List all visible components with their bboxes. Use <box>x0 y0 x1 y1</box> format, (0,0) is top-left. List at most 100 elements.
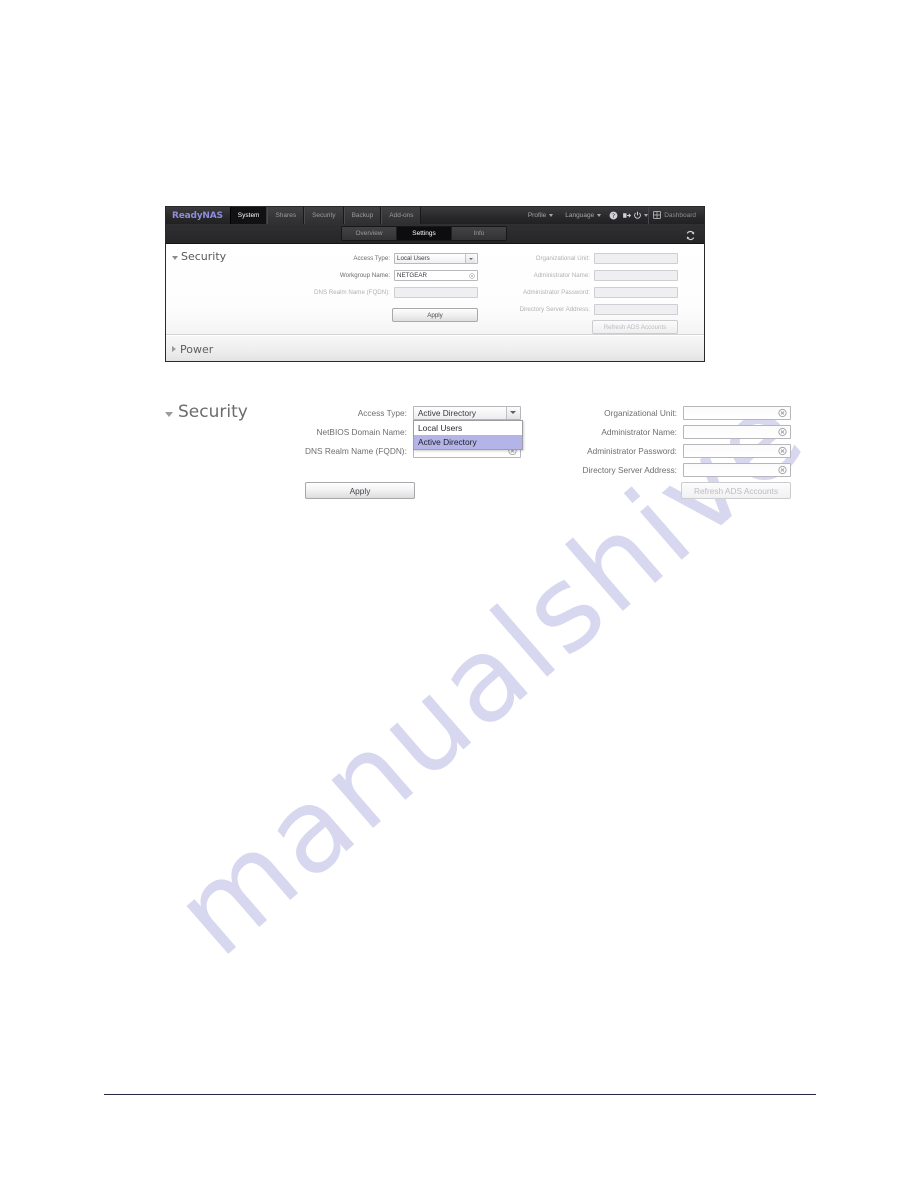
clear-icon[interactable] <box>778 408 787 417</box>
security-settings-detail: Security Access Type: Active Directory N… <box>165 398 791 508</box>
detail-access-type-label: Access Type: <box>357 407 407 418</box>
tab-shares[interactable]: Shares <box>267 207 305 224</box>
subtab-overview[interactable]: Overview <box>342 227 397 240</box>
organizational-unit-input <box>594 253 678 264</box>
directory-server-address-input <box>594 304 678 315</box>
footer-divider <box>104 1094 816 1095</box>
detail-administrator-name-label: Administrator Name: <box>601 426 677 437</box>
clear-icon[interactable] <box>778 446 787 455</box>
power-icon[interactable] <box>633 207 649 224</box>
detail-security-section-header[interactable]: Security <box>165 402 248 422</box>
dropdown-option-local-users[interactable]: Local Users <box>414 421 522 435</box>
chevron-right-icon <box>172 346 176 352</box>
chevron-down-icon <box>465 254 475 263</box>
detail-directory-server-address-input[interactable] <box>683 462 791 477</box>
main-tabs: System Shares Security Backup Add-ons <box>229 207 422 224</box>
subtab-info[interactable]: Info <box>452 227 506 240</box>
clear-icon[interactable] <box>778 427 787 436</box>
administrator-password-row: Administrator Password: <box>496 286 678 299</box>
sub-tabs: Overview Settings Info <box>341 226 507 241</box>
top-navigation-bar: ReadyNAS System Shares Security Backup A… <box>166 207 704 224</box>
detail-access-type-row: Access Type: Active Directory <box>305 404 521 421</box>
administrator-name-row: Administrator Name: <box>496 269 678 282</box>
chevron-down-icon <box>597 214 602 217</box>
access-type-value: Local Users <box>397 255 430 262</box>
access-type-dropdown-list[interactable]: Local Users Active Directory <box>413 420 523 450</box>
administrator-name-label: Administrator Name: <box>533 272 590 279</box>
clear-icon[interactable] <box>469 272 475 279</box>
detail-administrator-password-input[interactable] <box>683 443 791 458</box>
workgroup-name-label: Workgroup Name: <box>339 272 390 279</box>
dashboard-grid-icon <box>653 210 662 221</box>
top-nav-right-group: Profile Language ? Dashboard <box>522 207 704 224</box>
profile-menu-label: Profile <box>527 212 547 219</box>
detail-right-column: Organizational Unit: Administrator Name: <box>555 404 791 499</box>
security-left-column: Access Type: Local Users Workgroup Name:… <box>306 252 478 322</box>
access-type-row: Access Type: Local Users <box>306 252 478 265</box>
detail-access-type-value: Active Directory <box>417 407 476 418</box>
detail-refresh-ads-accounts-button: Refresh ADS Accounts <box>681 482 791 499</box>
chevron-down-icon <box>549 214 554 217</box>
detail-directory-server-address-label: Directory Server Address: <box>582 464 677 475</box>
organizational-unit-label: Organizational Unit: <box>535 255 590 262</box>
tab-add-ons[interactable]: Add-ons <box>381 207 422 224</box>
security-section-title: Security <box>181 250 227 263</box>
dns-realm-row: DNS Realm Name (FQDN): <box>306 286 478 299</box>
detail-directory-server-address-row: Directory Server Address: <box>555 461 791 478</box>
apply-button[interactable]: Apply <box>392 308 478 322</box>
tab-backup[interactable]: Backup <box>343 207 382 224</box>
logout-icon[interactable] <box>620 207 633 224</box>
detail-apply-button[interactable]: Apply <box>305 482 415 499</box>
detail-dns-realm-label: DNS Realm Name (FQDN): <box>305 445 407 456</box>
detail-administrator-password-label: Administrator Password: <box>587 445 677 456</box>
detail-administrator-name-row: Administrator Name: <box>555 423 791 440</box>
document-page: ReadyNAS System Shares Security Backup A… <box>0 0 918 1188</box>
detail-administrator-password-row: Administrator Password: <box>555 442 791 459</box>
readynas-logo: ReadyNAS <box>172 210 223 221</box>
dropdown-option-active-directory[interactable]: Active Directory <box>414 435 522 449</box>
chevron-down-icon <box>172 255 178 260</box>
security-right-column: Organizational Unit: Administrator Name:… <box>496 252 678 334</box>
chevron-down-icon <box>165 411 173 417</box>
detail-organizational-unit-row: Organizational Unit: <box>555 404 791 421</box>
sub-navigation-bar: Overview Settings Info <box>166 224 704 244</box>
tab-security[interactable]: Security <box>304 207 344 224</box>
refresh-icon[interactable] <box>685 228 696 241</box>
detail-administrator-name-input[interactable] <box>683 424 791 439</box>
access-type-select[interactable]: Local Users <box>394 253 478 264</box>
power-section-header[interactable]: Power <box>166 335 704 361</box>
detail-security-title: Security <box>178 402 248 422</box>
organizational-unit-row: Organizational Unit: <box>496 252 678 265</box>
dns-realm-label: DNS Realm Name (FQDN): <box>314 289 390 296</box>
detail-access-type-select[interactable]: Active Directory <box>412 405 521 420</box>
dashboard-button[interactable]: Dashboard <box>648 207 701 224</box>
security-section-header[interactable]: Security <box>172 250 226 263</box>
detail-apply-wrapper: Apply <box>305 482 415 499</box>
dns-realm-input <box>394 287 478 298</box>
administrator-password-input <box>594 287 678 298</box>
help-icon[interactable]: ? <box>607 207 620 224</box>
workgroup-name-input[interactable]: NETGEAR <box>394 270 478 281</box>
chevron-down-icon[interactable] <box>505 406 520 419</box>
access-type-label: Access Type: <box>353 255 390 262</box>
administrator-password-label: Administrator Password: <box>522 289 590 296</box>
clear-icon[interactable] <box>778 465 787 474</box>
language-menu-label: Language <box>565 212 595 219</box>
directory-server-address-label: Directory Server Address: <box>519 306 591 313</box>
refresh-ads-accounts-button: Refresh ADS Accounts <box>592 320 678 334</box>
language-menu[interactable]: Language <box>559 212 607 219</box>
svg-text:?: ? <box>612 213 615 220</box>
administrator-name-input <box>594 270 678 281</box>
dashboard-button-label: Dashboard <box>664 212 696 219</box>
workgroup-name-row: Workgroup Name: NETGEAR <box>306 269 478 282</box>
readynas-app-screenshot: ReadyNAS System Shares Security Backup A… <box>165 206 705 362</box>
workgroup-name-value: NETGEAR <box>397 272 427 279</box>
power-section-title: Power <box>180 342 214 356</box>
detail-organizational-unit-label: Organizational Unit: <box>604 407 677 418</box>
directory-server-address-row: Directory Server Address: <box>496 303 678 316</box>
security-panel: Security Access Type: Local Users Workgr… <box>166 244 704 335</box>
tab-system[interactable]: System <box>229 207 268 224</box>
profile-menu[interactable]: Profile <box>522 212 559 219</box>
subtab-settings[interactable]: Settings <box>397 227 452 240</box>
detail-organizational-unit-input[interactable] <box>683 405 791 420</box>
